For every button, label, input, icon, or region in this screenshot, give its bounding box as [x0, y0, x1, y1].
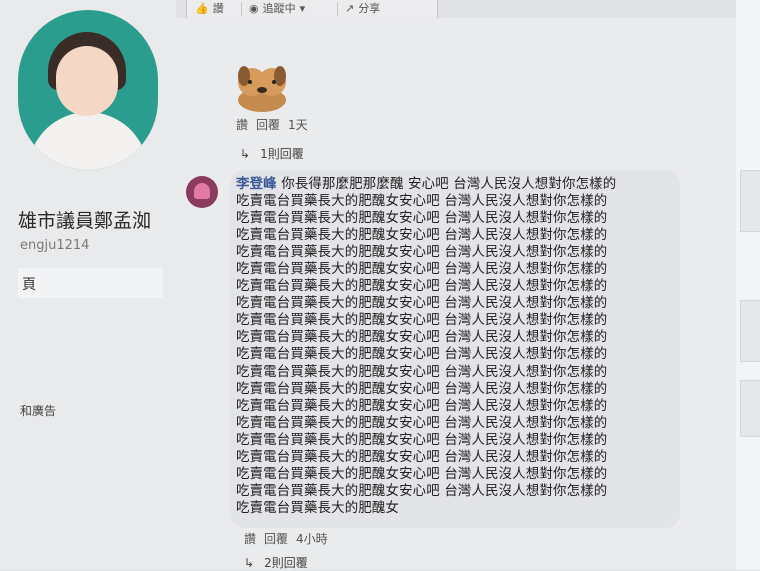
- right-panel-card: [740, 170, 760, 232]
- replies-count-label: 1則回覆: [260, 147, 304, 161]
- follow-button[interactable]: ◉ 追蹤中 ▾: [249, 0, 305, 18]
- view-replies-link[interactable]: ↳ 1則回覆: [240, 145, 304, 162]
- comment-body: 李登峰 你長得那麼肥那麼醜 安心吧 台灣人民沒人想對你怎樣的 吃賣電台買藥長大的…: [236, 176, 681, 517]
- follow-label: 追蹤中: [262, 2, 296, 15]
- commenter-avatar[interactable]: [186, 176, 218, 208]
- puppy-sticker-image: [238, 66, 286, 112]
- page-username: engju1214: [20, 238, 90, 253]
- page-profile-sidebar: 雄市議員鄭孟洳 engju1214 頁 和廣告: [0, 0, 176, 570]
- reply-comment-link[interactable]: 回覆: [264, 530, 288, 547]
- share-button[interactable]: ↗ 分享: [345, 0, 380, 18]
- page-action-toolbar: 👍 讚 ◉ 追蹤中 ▾ ↗ 分享: [186, 0, 438, 19]
- sidebar-footer-link[interactable]: 和廣告: [20, 402, 56, 419]
- rss-icon: ◉: [249, 2, 259, 15]
- right-sidebar-edge: [736, 0, 760, 570]
- sidebar-nav-label: 頁: [22, 277, 36, 293]
- share-label: 分享: [358, 2, 381, 15]
- comment-text: 你長得那麼肥那麼醜 安心吧 台灣人民沒人想對你怎樣的 吃賣電台買藥長大的肥醜女安…: [236, 177, 617, 516]
- chevron-down-icon: ▾: [299, 2, 306, 15]
- reply-comment-link[interactable]: 回覆: [256, 116, 280, 133]
- comment-actions: 讚 回覆 4小時: [244, 530, 328, 547]
- reply-arrow-icon: ↳: [244, 555, 255, 570]
- page-profile-photo[interactable]: [18, 10, 158, 170]
- right-panel-card: [740, 300, 760, 362]
- comment-timestamp[interactable]: 4小時: [296, 530, 328, 547]
- page-name[interactable]: 雄市議員鄭孟洳: [18, 206, 151, 233]
- like-page-label: 讚: [212, 2, 224, 15]
- right-panel-card: [740, 380, 760, 437]
- comment-actions: 讚 回覆 1天: [236, 116, 308, 133]
- sidebar-nav-item[interactable]: 頁: [18, 268, 163, 298]
- replies-count-label: 2則回覆: [264, 556, 308, 570]
- view-replies-link[interactable]: ↳ 2則回覆: [244, 554, 308, 571]
- like-comment-link[interactable]: 讚: [244, 530, 256, 547]
- comment-timestamp[interactable]: 1天: [288, 116, 308, 133]
- comment-author-link[interactable]: 李登峰: [236, 177, 277, 192]
- reply-arrow-icon: ↳: [240, 146, 251, 161]
- like-comment-link[interactable]: 讚: [236, 116, 248, 133]
- like-page-button[interactable]: 👍 讚: [195, 0, 224, 18]
- share-icon: ↗: [345, 2, 355, 15]
- thumbs-up-icon: 👍: [195, 2, 209, 15]
